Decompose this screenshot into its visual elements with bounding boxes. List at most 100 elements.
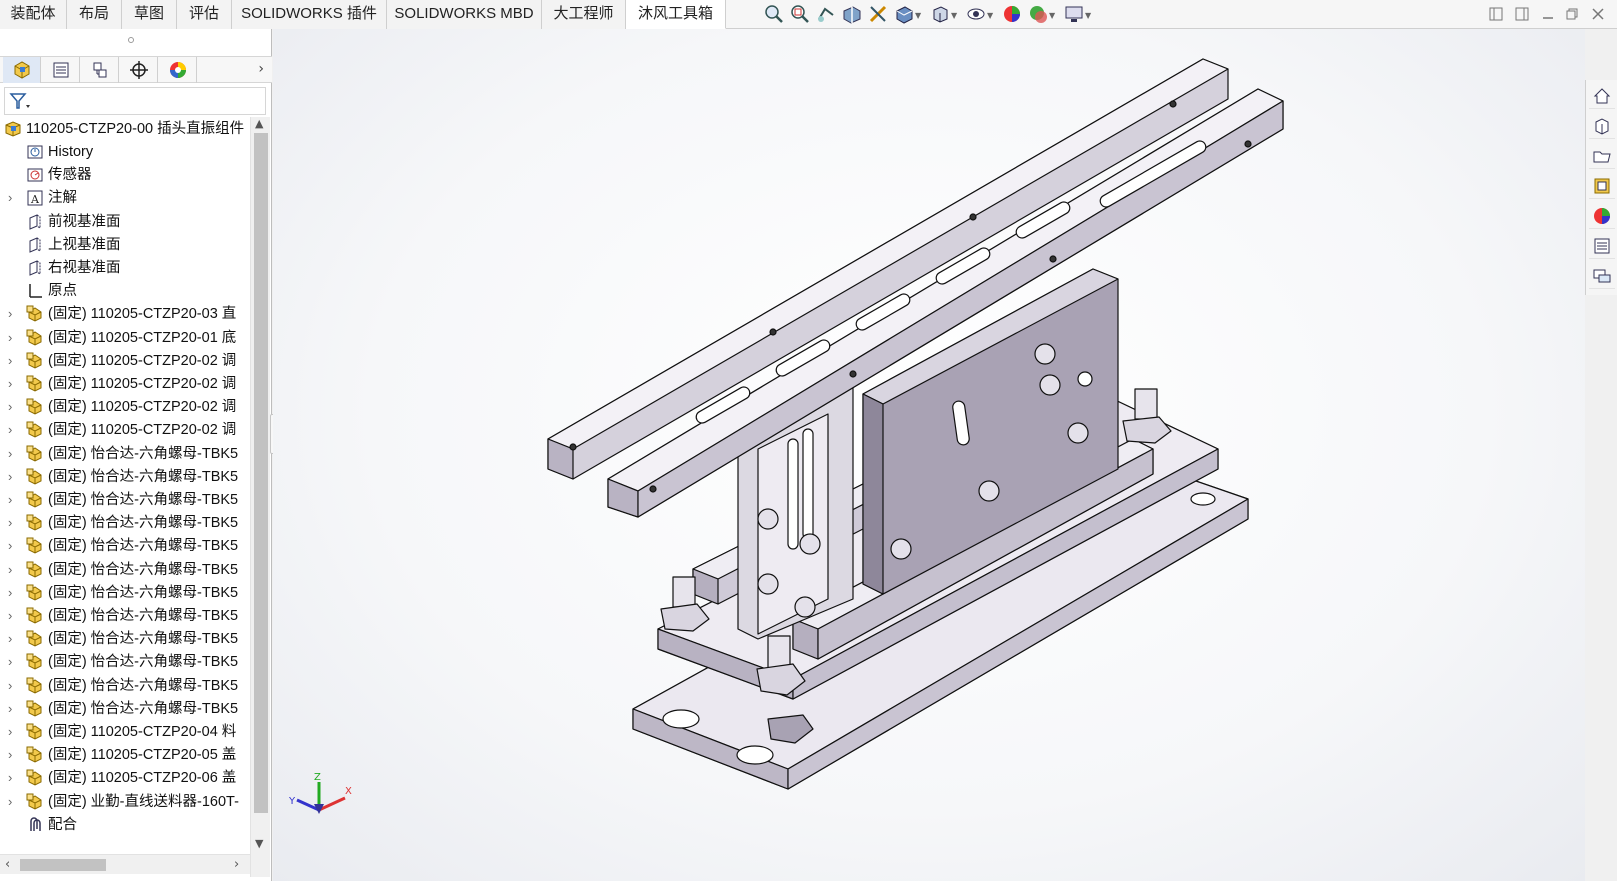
tree-item[interactable]: › (固定) 怡合达-六角螺母-TBK5 <box>0 442 250 466</box>
view-orientation-icon[interactable] <box>893 3 915 25</box>
expand-arrow-icon[interactable]: › <box>8 442 18 466</box>
tree-item[interactable]: 上视基准面 <box>0 233 250 257</box>
tree-item[interactable]: › (固定) 110205-CTZP20-02 调 <box>0 418 250 442</box>
tree-item[interactable]: 配合 <box>0 813 250 837</box>
expand-arrow-icon[interactable]: › <box>8 349 18 373</box>
expand-arrow-icon[interactable]: › <box>8 488 18 512</box>
hide-show-items-icon[interactable] <box>965 3 987 25</box>
expand-arrow-icon[interactable]: › <box>8 395 18 419</box>
hide-show-dropdown-icon[interactable]: ▼ <box>987 11 995 20</box>
tab-mufeng-toolbox[interactable]: 沐风工具箱 <box>626 0 726 29</box>
tree-item[interactable]: › (固定) 业勤-直线送料器-160T- <box>0 790 250 814</box>
expand-arrow-icon[interactable]: › <box>8 697 18 721</box>
tab-sketch[interactable]: 草图 <box>122 0 177 29</box>
tree-item[interactable]: › (固定) 怡合达-六角螺母-TBK5 <box>0 558 250 582</box>
custom-properties-icon[interactable] <box>1589 233 1615 259</box>
tree-item[interactable]: › (固定) 110205-CTZP20-02 调 <box>0 349 250 373</box>
expand-arrow-icon[interactable]: › <box>8 418 18 442</box>
tree-item[interactable]: › (固定) 怡合达-六角螺母-TBK5 <box>0 488 250 512</box>
expand-arrow-icon[interactable]: › <box>8 720 18 744</box>
expand-arrow-icon[interactable]: › <box>8 465 18 489</box>
graphics-area[interactable]: X Z Y <box>273 29 1585 881</box>
expand-arrow-icon[interactable]: › <box>8 604 18 628</box>
tree-item[interactable]: › (固定) 110205-CTZP20-02 调 <box>0 372 250 396</box>
zoom-area-icon[interactable] <box>789 3 811 25</box>
restore-icon[interactable] <box>1564 6 1582 24</box>
tab-assembly[interactable]: 装配体 <box>0 0 67 29</box>
panel-grip-handle[interactable] <box>128 37 134 43</box>
expand-arrow-icon[interactable]: › <box>8 326 18 350</box>
display-style-dropdown-icon[interactable]: ▼ <box>951 11 959 20</box>
tree-item[interactable]: › (固定) 怡合达-六角螺母-TBK5 <box>0 650 250 674</box>
tree-item[interactable]: › (固定) 怡合达-六角螺母-TBK5 <box>0 674 250 698</box>
tab-solidworks-addins[interactable]: SOLIDWORKS 插件 <box>232 0 387 29</box>
tree-item[interactable]: › (固定) 110205-CTZP20-03 直 <box>0 302 250 326</box>
tree-item[interactable]: › (固定) 怡合达-六角螺母-TBK5 <box>0 511 250 535</box>
vertical-scroll-thumb[interactable] <box>254 133 268 813</box>
expand-arrow-icon[interactable]: › <box>8 186 18 210</box>
expand-arrow-icon[interactable]: › <box>8 534 18 558</box>
solidworks-forum-icon[interactable] <box>1589 263 1615 289</box>
scroll-left-icon[interactable]: ‹ <box>5 857 10 872</box>
edit-appearance-icon[interactable] <box>1001 3 1023 25</box>
tree-item[interactable]: › (固定) 怡合达-六角螺母-TBK5 <box>0 604 250 628</box>
expand-arrow-icon[interactable]: › <box>8 511 18 535</box>
tree-item[interactable]: › (固定) 怡合达-六角螺母-TBK5 <box>0 697 250 721</box>
tree-item[interactable]: › (固定) 怡合达-六角螺母-TBK5 <box>0 627 250 651</box>
tree-item[interactable]: History <box>0 140 250 164</box>
tree-item[interactable]: › (固定) 110205-CTZP20-01 底 <box>0 326 250 350</box>
close-icon[interactable] <box>1590 6 1608 24</box>
tab-solidworks-mbd[interactable]: SOLIDWORKS MBD <box>387 0 542 29</box>
expand-arrow-icon[interactable]: › <box>8 372 18 396</box>
horizontal-scroll-thumb[interactable] <box>20 859 106 871</box>
design-library-icon[interactable] <box>1589 113 1615 139</box>
tile-left-icon[interactable] <box>1488 6 1506 24</box>
expand-arrow-icon[interactable]: › <box>8 627 18 651</box>
assembly-model-view[interactable] <box>273 29 1585 881</box>
expand-arrow-icon[interactable]: › <box>8 581 18 605</box>
appearances-icon[interactable] <box>1589 203 1615 229</box>
apply-scene-dropdown-icon[interactable]: ▼ <box>1049 11 1057 20</box>
tree-item[interactable]: › (固定) 110205-CTZP20-06 盖 <box>0 766 250 790</box>
view-palette-icon[interactable] <box>1589 173 1615 199</box>
tab-layout[interactable]: 布局 <box>67 0 122 29</box>
tree-root-assembly[interactable]: 110205-CTZP20-00 插头直振组件 <box>0 117 250 141</box>
tree-filter[interactable] <box>4 87 266 115</box>
tree-item[interactable]: 右视基准面 <box>0 256 250 280</box>
display-manager-icon[interactable] <box>159 57 197 83</box>
tree-vertical-scrollbar[interactable]: ▲ ▼ <box>250 117 270 877</box>
tree-item[interactable]: › (固定) 110205-CTZP20-05 盖 <box>0 743 250 767</box>
display-style-icon[interactable] <box>929 3 951 25</box>
panel-tabs-scroll-right-icon[interactable]: › <box>258 61 264 77</box>
configurationmanager-icon[interactable] <box>81 57 119 83</box>
file-explorer-icon[interactable] <box>1589 143 1615 169</box>
apply-scene-icon[interactable] <box>1027 3 1049 25</box>
expand-arrow-icon[interactable]: › <box>8 302 18 326</box>
tree-item[interactable]: 原点 <box>0 279 250 303</box>
tree-item[interactable]: › (固定) 110205-CTZP20-04 料 <box>0 720 250 744</box>
solidworks-resources-icon[interactable] <box>1589 83 1615 109</box>
tree-item[interactable]: 前视基准面 <box>0 210 250 234</box>
zoom-to-fit-icon[interactable] <box>763 3 785 25</box>
expand-arrow-icon[interactable]: › <box>8 650 18 674</box>
dimxpert-icon[interactable] <box>120 57 158 83</box>
tree-item[interactable]: › (固定) 怡合达-六角螺母-TBK5 <box>0 465 250 489</box>
section-view-icon[interactable] <box>841 3 863 25</box>
expand-arrow-icon[interactable]: › <box>8 743 18 767</box>
tile-right-icon[interactable] <box>1514 6 1532 24</box>
scroll-up-icon[interactable]: ▲ <box>255 117 263 130</box>
dynamic-annotation-icon[interactable] <box>867 3 889 25</box>
tree-item[interactable]: › (固定) 怡合达-六角螺母-TBK5 <box>0 534 250 558</box>
expand-arrow-icon[interactable]: › <box>8 790 18 814</box>
tree-item[interactable]: › A 注解 <box>0 186 250 210</box>
tree-item[interactable]: 传感器 <box>0 163 250 187</box>
tree-item[interactable]: › (固定) 怡合达-六角螺母-TBK5 <box>0 581 250 605</box>
expand-arrow-icon[interactable]: › <box>8 674 18 698</box>
tab-evaluate[interactable]: 评估 <box>177 0 232 29</box>
scroll-down-icon[interactable]: ▼ <box>255 837 263 850</box>
tab-chief-engineer[interactable]: 大工程师 <box>542 0 626 29</box>
previous-view-icon[interactable] <box>815 3 837 25</box>
featuremanager-icon[interactable] <box>3 57 41 83</box>
tree-item[interactable]: › (固定) 110205-CTZP20-02 调 <box>0 395 250 419</box>
minimize-icon[interactable] <box>1540 6 1558 24</box>
